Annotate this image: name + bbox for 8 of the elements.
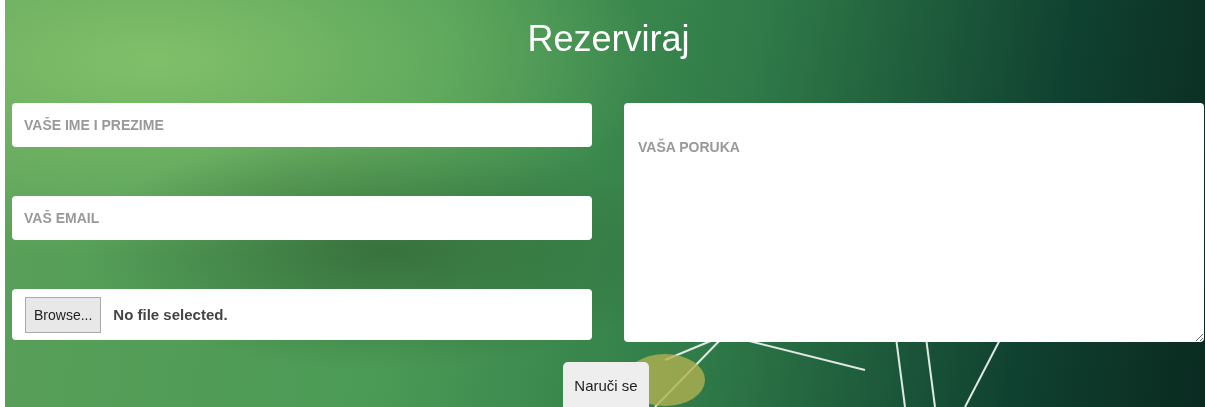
submit-button[interactable]: Naruči se <box>563 362 649 407</box>
email-input[interactable]: VAŠ EMAIL <box>12 196 592 240</box>
form-title: Rezerviraj <box>527 18 690 61</box>
browse-button[interactable]: Browse... <box>25 296 102 333</box>
message-textarea[interactable]: VAŠA PORUKA <box>624 103 1204 342</box>
file-input[interactable]: Browse... No file selected. <box>12 289 592 340</box>
name-input[interactable]: VAŠE IME I PREZIME <box>12 103 592 147</box>
file-status-text: No file selected. <box>113 306 228 323</box>
